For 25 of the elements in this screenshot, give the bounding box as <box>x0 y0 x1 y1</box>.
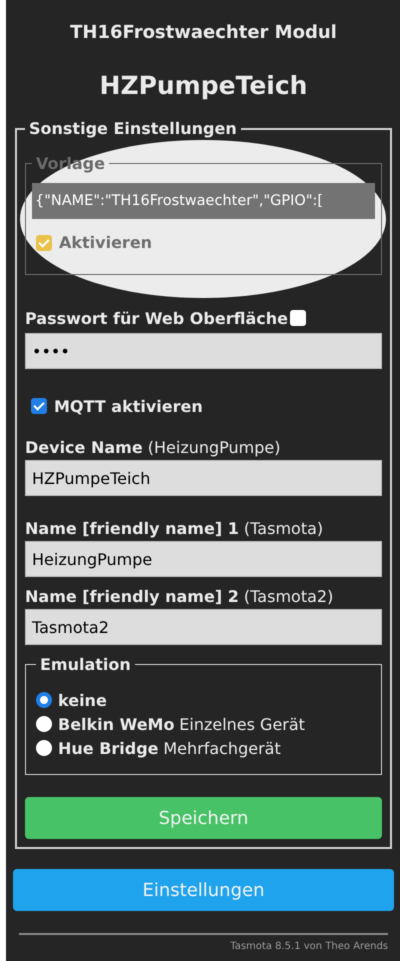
checkbox[interactable] <box>290 310 306 326</box>
field-label: Passwort für Web Oberfläche <box>25 308 288 328</box>
fieldset-legend: Sonstige Einstellungen <box>25 119 241 138</box>
fieldset-legend: Emulation <box>36 655 135 674</box>
field-label: Name [friendly name] 2 (Tasmota2) <box>25 586 334 608</box>
checkbox-label: MQTT aktivieren <box>54 396 203 416</box>
footer-text: Tasmota 8.5.1 von Theo Arends <box>229 941 389 952</box>
radio-label: Belkin WeMo Einzelnes Gerät <box>58 714 305 734</box>
module-title: TH16Frostwaechter Modul <box>69 21 338 45</box>
input-field[interactable]: HZPumpeTeich <box>25 460 382 496</box>
field-label: Device Name (HeizungPumpe) <box>25 437 282 459</box>
checkbox-label: Aktivieren <box>59 233 152 252</box>
password-field[interactable]: •••• <box>25 333 382 369</box>
radio-button[interactable] <box>36 692 52 708</box>
input-field[interactable]: Tasmota2 <box>25 609 382 645</box>
radio-button[interactable] <box>36 716 52 732</box>
radio-label: Hue Bridge Mehrfachgerät <box>58 738 281 758</box>
device-title: HZPumpeTeich <box>98 70 308 102</box>
field-label: Name [friendly name] 1 (Tasmota) <box>25 518 324 540</box>
input-field[interactable]: HeizungPumpe <box>25 541 382 577</box>
checkbox[interactable] <box>31 398 47 414</box>
radio-button[interactable] <box>36 740 52 756</box>
checkbox[interactable] <box>36 234 52 250</box>
radio-label: keine <box>58 690 107 710</box>
input-field[interactable]: {"NAME":"TH16Frostwaechter","GPIO":[ <box>32 183 375 219</box>
